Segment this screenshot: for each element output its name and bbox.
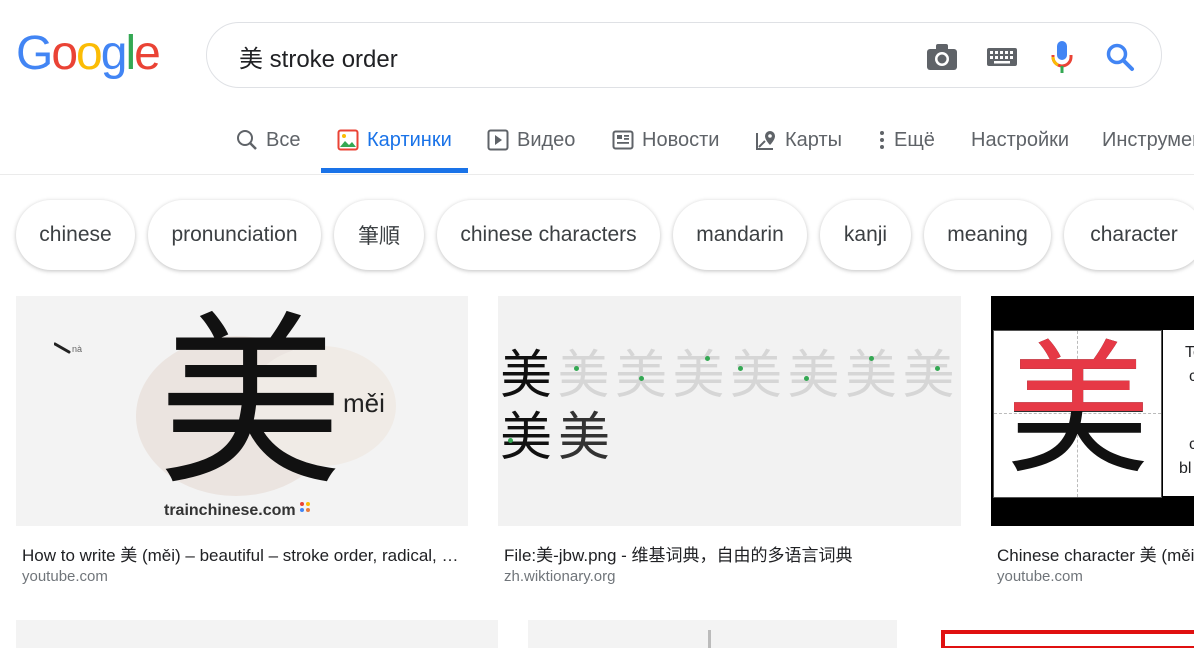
result-source-1[interactable]: youtube.com bbox=[22, 568, 108, 585]
chip-meaning[interactable]: meaning bbox=[924, 200, 1051, 270]
character-glyph-red: 美 bbox=[1006, 331, 1150, 411]
search-tabs: Все Картинки Видео Новости Карты Ещё Нас… bbox=[0, 108, 1194, 175]
result-title-3[interactable]: Chinese character 美 (měi) bbox=[997, 541, 1194, 566]
tab-label: Настройки bbox=[971, 128, 1070, 151]
side-text: bl bbox=[1179, 460, 1192, 477]
tab-news[interactable]: Новости bbox=[612, 108, 719, 172]
stroke-frame: 美 bbox=[672, 346, 725, 406]
side-text: c bbox=[1189, 436, 1194, 453]
tab-label: Карты bbox=[785, 128, 842, 151]
chip-character[interactable]: character bbox=[1064, 200, 1194, 270]
result-title-2[interactable]: File:美-jbw.png - 维基词典，自由的多语言词典 bbox=[504, 541, 954, 566]
chip-chinese[interactable]: chinese bbox=[16, 200, 135, 270]
result-image-1[interactable]: nà 美 měi trainchinese.com bbox=[16, 296, 468, 526]
stroke-fragment bbox=[708, 630, 711, 648]
pinyin-label: měi bbox=[343, 388, 385, 418]
stroke-frame: 美 bbox=[730, 346, 783, 406]
news-icon bbox=[612, 130, 634, 150]
chip-hitsujun[interactable]: 筆順 bbox=[334, 200, 424, 270]
chip-kanji[interactable]: kanji bbox=[820, 200, 911, 270]
result-source-2[interactable]: zh.wiktionary.org bbox=[504, 568, 615, 585]
side-text-panel: To c c bl bbox=[1163, 330, 1194, 496]
image-icon bbox=[337, 129, 359, 151]
result-image-6[interactable] bbox=[927, 620, 1194, 648]
chip-mandarin[interactable]: mandarin bbox=[673, 200, 807, 270]
tab-maps[interactable]: Карты bbox=[755, 108, 842, 172]
stroke-start-dot bbox=[738, 366, 743, 371]
side-text: c bbox=[1189, 368, 1194, 385]
character-grid-box: 美 美 bbox=[993, 326, 1162, 498]
stroke-frame: 美 bbox=[557, 346, 610, 406]
map-icon bbox=[755, 129, 777, 151]
stroke-frame: 美 bbox=[845, 346, 898, 406]
chip-pronunciation[interactable]: pronunciation bbox=[148, 200, 321, 270]
video-icon bbox=[487, 129, 509, 151]
stroke-frame: 美 bbox=[787, 346, 840, 406]
search-input[interactable] bbox=[237, 35, 901, 77]
result-image-5[interactable] bbox=[528, 620, 897, 648]
more-icon bbox=[878, 129, 886, 151]
tab-label: Ещё bbox=[894, 128, 935, 151]
keyboard-icon[interactable] bbox=[985, 40, 1019, 74]
stroke-start-dot bbox=[934, 366, 940, 371]
tab-label: Видео bbox=[517, 128, 576, 151]
tab-more[interactable]: Ещё bbox=[878, 108, 935, 172]
result-image-3[interactable]: 美 美 To c c bl bbox=[991, 296, 1194, 526]
stroke-frame: 美 bbox=[558, 408, 611, 468]
tab-settings[interactable]: Настройки bbox=[971, 108, 1069, 172]
highlight-strokes: 美 bbox=[1006, 331, 1150, 411]
side-text: To bbox=[1185, 344, 1194, 361]
search-box bbox=[206, 22, 1162, 88]
result-image-2[interactable]: 美美美美美美美美美美 bbox=[498, 296, 961, 526]
result-source-3[interactable]: youtube.com bbox=[997, 568, 1083, 585]
result-title-1[interactable]: How to write 美 (měi) – beautiful – strok… bbox=[22, 541, 462, 566]
stroke-start-dot bbox=[704, 356, 710, 361]
small-label: nà bbox=[72, 344, 83, 354]
stroke-start-dot bbox=[639, 376, 644, 381]
stroke-start-dot bbox=[508, 438, 513, 443]
stroke-start-dot bbox=[573, 366, 579, 371]
chip-chinese-characters[interactable]: chinese characters bbox=[437, 200, 660, 270]
active-tab-indicator bbox=[321, 168, 468, 173]
tab-label: Картинки bbox=[367, 128, 452, 151]
result-image-4[interactable] bbox=[16, 620, 498, 648]
camera-icon[interactable] bbox=[925, 40, 959, 74]
search-icon bbox=[236, 129, 258, 151]
tab-label: Новости bbox=[642, 128, 720, 151]
tab-video[interactable]: Видео bbox=[487, 108, 575, 172]
stroke-start-dot bbox=[869, 356, 874, 361]
brand-label: trainchinese.com bbox=[164, 502, 296, 519]
stroke-icon bbox=[54, 342, 71, 354]
mic-icon[interactable] bbox=[1045, 40, 1079, 74]
character-glyph: 美 bbox=[158, 296, 343, 511]
tab-all[interactable]: Все bbox=[236, 108, 300, 172]
red-frame bbox=[941, 630, 1194, 648]
tab-label: Инструменты bbox=[1102, 128, 1194, 151]
search-icon[interactable] bbox=[1103, 40, 1137, 74]
stroke-frame: 美 bbox=[902, 346, 955, 406]
tab-tools[interactable]: Инструменты bbox=[1102, 108, 1194, 172]
tab-label: Все bbox=[266, 128, 301, 151]
brand-logo-icon bbox=[300, 502, 310, 512]
stroke-frame: 美 bbox=[500, 346, 553, 406]
google-logo[interactable]: Google bbox=[16, 28, 161, 80]
stroke-start-dot bbox=[803, 376, 809, 381]
tab-images[interactable]: Картинки bbox=[337, 108, 452, 172]
